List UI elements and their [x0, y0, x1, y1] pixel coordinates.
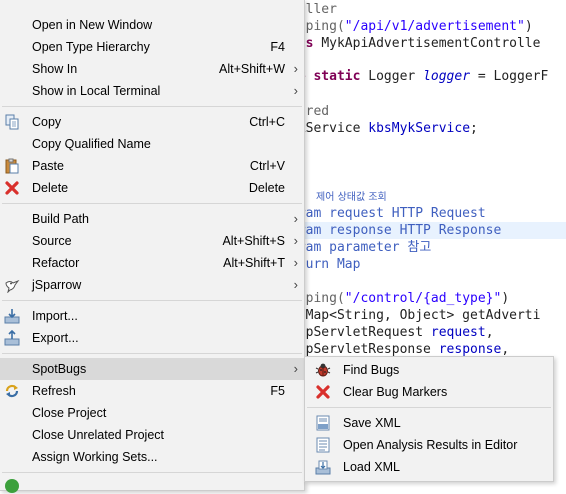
delete-icon	[5, 181, 19, 195]
submenu-arrow-icon: ›	[293, 211, 298, 226]
menu-item-spotbugs[interactable]: SpotBugs ›	[0, 358, 304, 380]
menu-item-label: Refresh	[32, 384, 76, 398]
menu-item-label: Show In	[32, 62, 78, 76]
menu-item-shortcut: F5	[270, 384, 285, 398]
menu-item-label: Open in New Window	[32, 18, 153, 32]
menu-item-label: Export...	[32, 331, 79, 345]
code-line-highlighted: aram response HTTP Response	[290, 222, 566, 239]
menu-item-paste[interactable]: Paste Ctrl+V	[0, 155, 304, 177]
menu-separator	[2, 300, 302, 301]
menu-item-show-in-local-terminal[interactable]: Show in Local Terminal ›	[0, 80, 304, 102]
load-xml-icon	[315, 460, 331, 475]
menu-item-label: Copy	[32, 115, 62, 129]
submenu-item-label: Load XML	[343, 460, 400, 474]
menu-separator	[307, 407, 551, 408]
paste-icon	[5, 158, 19, 174]
menu-item-copy[interactable]: Copy Ctrl+C	[0, 111, 304, 133]
code-line: apping("/control/{ad_type}")	[290, 291, 510, 306]
jsparrow-icon	[5, 279, 20, 293]
submenu-item-clear-bug-markers[interactable]: Clear Bug Markers	[305, 381, 553, 403]
code-line: 제어 상태값 조회	[316, 192, 387, 203]
code-line: apping("/api/v1/advertisement")	[290, 19, 533, 34]
menu-item-shortcut: Alt+Shift+W	[219, 62, 285, 76]
menu-item-jsparrow[interactable]: jSparrow ›	[0, 274, 304, 296]
menu-item-assign-working-sets[interactable]: Assign Working Sets...	[0, 446, 304, 468]
menu-item-close-project[interactable]: Close Project	[0, 402, 304, 424]
submenu-item-label: Clear Bug Markers	[343, 385, 448, 399]
refresh-icon	[5, 384, 19, 398]
clear-markers-icon	[316, 385, 330, 399]
menu-separator	[2, 203, 302, 204]
spotbugs-submenu: Find Bugs Clear Bug Markers Save XML Ope…	[304, 356, 554, 482]
submenu-arrow-icon: ›	[293, 233, 298, 248]
menu-item-refresh[interactable]: Refresh F5	[0, 380, 304, 402]
menu-separator	[2, 353, 302, 354]
submenu-item-find-bugs[interactable]: Find Bugs	[305, 359, 553, 381]
menu-item-label: Close Project	[32, 406, 107, 420]
run-icon	[5, 479, 19, 493]
menu-item-delete[interactable]: Delete Delete	[0, 177, 304, 199]
code-line: ass MykApiAdvertisementControlle	[290, 36, 541, 51]
code-line: te static Logger logger = LoggerF	[290, 69, 549, 84]
menu-item-shortcut: Delete	[248, 181, 285, 195]
menu-item-copy-qualified-name[interactable]: Copy Qualified Name	[0, 133, 304, 155]
menu-item-label: Open Type Hierarchy	[32, 40, 150, 54]
menu-item-export[interactable]: Export...	[0, 327, 304, 349]
menu-item-open-in-new-window[interactable]: Open in New Window	[0, 14, 304, 36]
menu-item-label: Delete	[32, 181, 69, 195]
menu-separator	[2, 106, 302, 107]
menu-item-refactor[interactable]: Refactor Alt+Shift+T ›	[0, 252, 304, 274]
bug-icon	[315, 363, 331, 377]
code-line: wired	[290, 104, 330, 119]
menu-item-label: Copy Qualified Name	[32, 137, 151, 151]
menu-separator	[2, 472, 302, 473]
code-line: aram request HTTP Request	[290, 206, 486, 221]
menu-item-label: Close Unrelated Project	[32, 428, 165, 442]
open-results-icon	[316, 437, 330, 453]
menu-item-label: Build Path	[32, 212, 89, 226]
menu-item-label: Paste	[32, 159, 64, 173]
submenu-arrow-icon: ›	[293, 277, 298, 292]
menu-item-label: Assign Working Sets...	[32, 450, 158, 464]
menu-item-label: Refactor	[32, 256, 80, 270]
menu-item-label: SpotBugs	[32, 362, 87, 376]
submenu-item-label: Find Bugs	[343, 363, 400, 377]
menu-item-shortcut: Ctrl+C	[249, 115, 285, 129]
menu-item-build-path[interactable]: Build Path ›	[0, 208, 304, 230]
submenu-item-label: Save XML	[343, 416, 401, 430]
submenu-item-open-analysis-results[interactable]: Open Analysis Results in Editor	[305, 434, 553, 456]
menu-item-open-type-hierarchy[interactable]: Open Type Hierarchy F4	[0, 36, 304, 58]
code-line: eturn Map	[290, 257, 361, 272]
code-line: c Map<String, Object> getAdverti	[290, 308, 541, 323]
copy-icon	[5, 114, 19, 130]
menu-item-label: Import...	[32, 309, 78, 323]
menu-item-source[interactable]: Source Alt+Shift+S ›	[0, 230, 304, 252]
code-line: ykService kbsMykService;	[290, 121, 478, 136]
menu-item-close-unrelated-project[interactable]: Close Unrelated Project	[0, 424, 304, 446]
code-line: ttpServletRequest request,	[290, 325, 494, 340]
context-menu: Open in New Window Open Type Hierarchy F…	[0, 0, 305, 493]
code-line: aram parameter 참고	[290, 240, 432, 255]
menu-item-shortcut: Alt+Shift+S	[222, 234, 285, 248]
save-xml-icon	[316, 415, 330, 431]
menu-item-shortcut: F4	[270, 40, 285, 54]
submenu-item-label: Open Analysis Results in Editor	[343, 438, 518, 452]
import-icon	[4, 309, 20, 324]
submenu-item-save-xml[interactable]: Save XML	[305, 412, 553, 434]
submenu-arrow-icon: ›	[293, 83, 298, 98]
menu-item-label: Show in Local Terminal	[32, 84, 161, 98]
code-line: roller	[290, 2, 337, 17]
submenu-arrow-icon: ›	[293, 361, 298, 376]
menu-item-show-in[interactable]: Show In Alt+Shift+W ›	[0, 58, 304, 80]
menu-item-label: Source	[32, 234, 72, 248]
submenu-arrow-icon: ›	[293, 255, 298, 270]
export-icon	[4, 330, 20, 346]
menu-item-label: jSparrow	[32, 278, 82, 292]
menu-item-import[interactable]: Import...	[0, 305, 304, 327]
menu-item-shortcut: Ctrl+V	[249, 159, 285, 173]
submenu-arrow-icon: ›	[293, 61, 298, 76]
menu-item-shortcut: Alt+Shift+T	[223, 256, 285, 270]
submenu-item-load-xml[interactable]: Load XML	[305, 456, 553, 478]
